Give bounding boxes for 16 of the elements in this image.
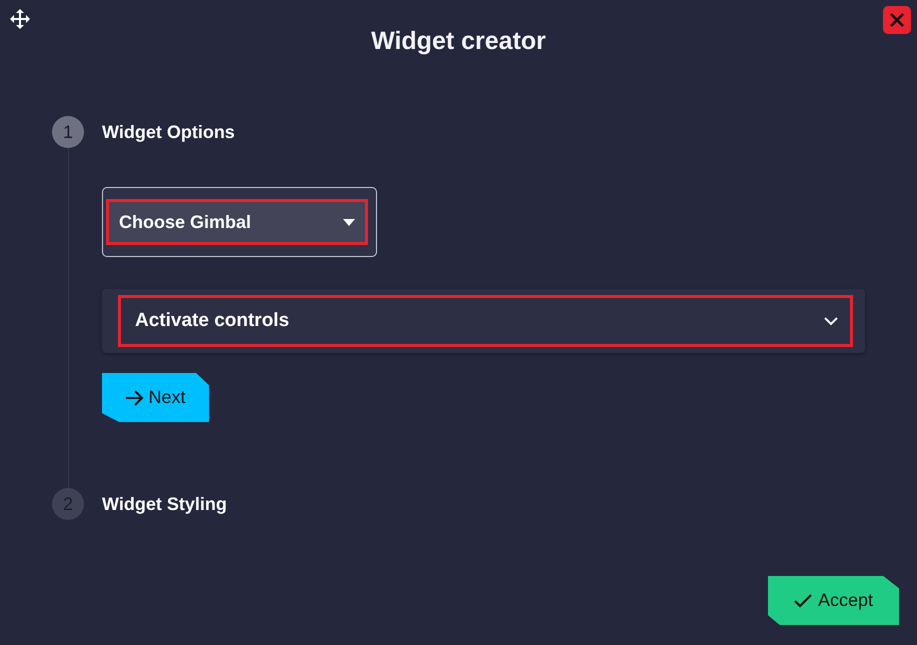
step-label[interactable]: Widget Options bbox=[102, 122, 235, 142]
gimbal-select[interactable]: Choose Gimbal bbox=[102, 187, 377, 257]
dropdown-icon bbox=[343, 218, 355, 226]
panel-header: Activate controls bbox=[118, 295, 853, 347]
arrow-right-icon bbox=[125, 390, 146, 406]
close-button[interactable] bbox=[883, 6, 911, 34]
window-title: Widget creator bbox=[371, 26, 546, 57]
controls-panel[interactable]: Activate controls bbox=[102, 289, 865, 353]
step-number: 1 bbox=[52, 116, 84, 148]
move-icon[interactable] bbox=[10, 9, 30, 29]
step-label[interactable]: Widget Styling bbox=[102, 494, 227, 514]
accept-button[interactable]: Accept bbox=[768, 576, 899, 625]
close-icon bbox=[889, 12, 905, 28]
next-button[interactable]: Next bbox=[102, 373, 209, 422]
checkmark-icon bbox=[794, 594, 812, 608]
select-value: Choose Gimbal bbox=[106, 199, 368, 245]
